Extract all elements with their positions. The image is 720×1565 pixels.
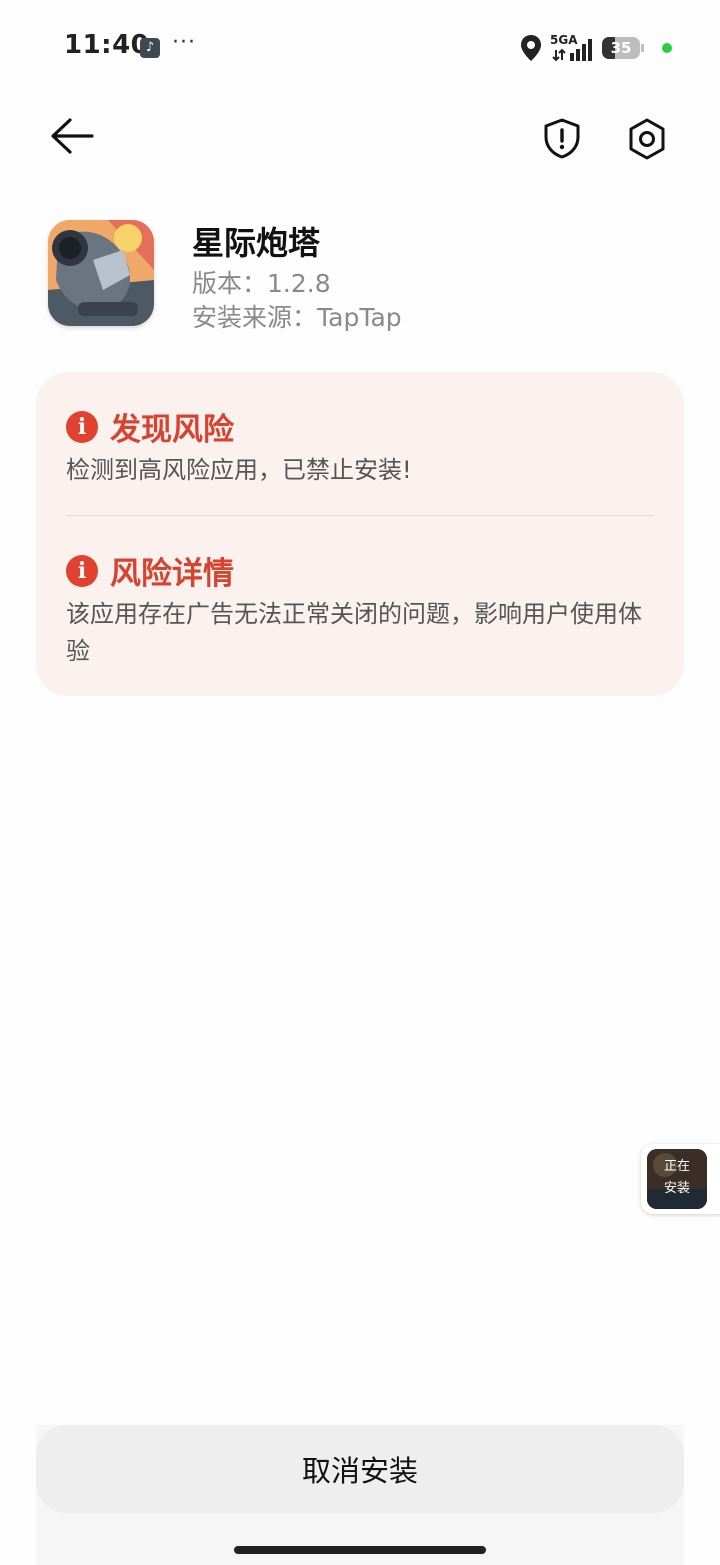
installing-label-line1: 正在 (663, 1159, 690, 1174)
app-version: 版本：1.2.8 (192, 269, 331, 298)
app-info-header: 星际炮塔 版本：1.2.8 安装来源：TapTap (48, 218, 678, 332)
tiktok-icon: ♪ (140, 38, 160, 58)
more-icon: ··· (172, 30, 196, 55)
risk-detail-text: 该应用存在广告无法正常关闭的问题，影响用户使用体验 (66, 600, 642, 665)
battery-icon: 35 (602, 37, 644, 59)
floating-installing-widget[interactable]: 正在 安装 (641, 1144, 720, 1214)
app-install-source: 安装来源：TapTap (192, 303, 402, 332)
battery-level: 35 (610, 39, 632, 57)
privacy-indicator-dot (662, 43, 672, 53)
info-icon: i (66, 410, 98, 443)
risk-card: i 发现风险 检测到高风险应用，已禁止安装! i 风险详情 该应用存在广告无法正… (36, 372, 684, 696)
shield-alert-icon[interactable] (540, 116, 584, 160)
location-icon (521, 35, 541, 61)
status-indicators: 5GA 35 (520, 32, 672, 64)
cancel-install-button[interactable]: 取消安装 (36, 1425, 684, 1513)
back-arrow-icon[interactable] (46, 114, 98, 158)
home-indicator[interactable] (234, 1546, 486, 1554)
app-name: 星际炮塔 (192, 224, 321, 262)
risk-detail-header: i 风险详情 (66, 548, 234, 593)
status-time: 11:40 (64, 30, 150, 60)
info-icon: i (66, 554, 98, 587)
app-icon (48, 220, 154, 326)
signal-icon: 5GA (550, 34, 594, 62)
installing-label-line2: 安装 (663, 1181, 690, 1196)
risk-found-header: i 发现风险 (66, 404, 234, 449)
risk-found-title: 发现风险 (110, 412, 234, 448)
divider (66, 515, 654, 516)
installing-label: 正在 安装 (647, 1156, 707, 1200)
risk-detail-title: 风险详情 (110, 556, 234, 592)
status-bar: 11:40 ♪ ··· 5GA 35 (0, 0, 720, 96)
top-bar (0, 104, 720, 168)
settings-gear-icon[interactable] (624, 116, 670, 162)
risk-found-text: 检测到高风险应用，已禁止安装! (66, 456, 412, 484)
